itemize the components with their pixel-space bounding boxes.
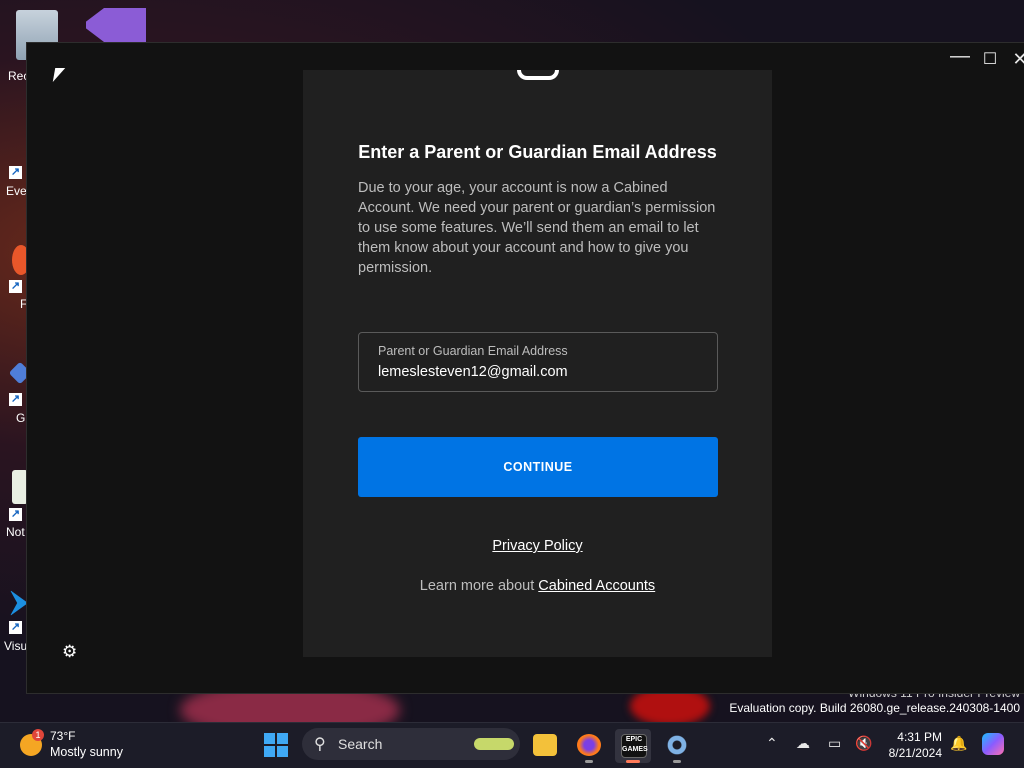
running-indicator <box>673 760 681 763</box>
search-icon: ⚲ <box>314 736 326 753</box>
taskbar-file-explorer[interactable] <box>527 729 563 763</box>
chevron-up-icon[interactable]: ⌃ <box>766 735 778 752</box>
windows-logo-part <box>277 746 288 757</box>
taskbar-settings[interactable] <box>659 729 695 763</box>
weather-condition[interactable]: Mostly sunny <box>50 745 123 759</box>
search-highlight-icon <box>474 738 514 750</box>
clock-date: 8/21/2024 <box>888 746 942 760</box>
shortcut-arrow-icon: ↗ <box>9 621 22 634</box>
shortcut-arrow-icon: ↗ <box>9 166 22 179</box>
taskbar-search[interactable]: ⚲ Search <box>302 728 520 760</box>
continue-button[interactable]: CONTINUE <box>358 437 718 497</box>
parent-email-dialog: Enter a Parent or Guardian Email Address… <box>303 70 772 657</box>
shortcut-arrow-icon: ↗ <box>9 393 22 406</box>
parent-email-field[interactable]: Parent or Guardian Email Address lemesle… <box>358 332 718 392</box>
settings-gear-icon <box>665 734 689 756</box>
desktop-icon-label: Not <box>6 525 25 539</box>
email-field-label: Parent or Guardian Email Address <box>378 344 568 358</box>
cabined-accounts-link[interactable]: Cabined Accounts <box>538 578 655 594</box>
shortcut-arrow-icon: ↗ <box>9 508 22 521</box>
display-icon[interactable]: ▭ <box>828 735 841 752</box>
shortcut-arrow-icon: ↗ <box>9 280 22 293</box>
windows-logo-icon <box>264 733 275 744</box>
privacy-policy-link[interactable]: Privacy Policy <box>303 538 772 554</box>
windows-logo-part <box>264 746 275 757</box>
weather-temp[interactable]: 73°F <box>50 729 75 743</box>
close-button[interactable]: ✕ <box>1005 49 1024 70</box>
taskbar-epic-games[interactable]: EPIC GAMES <box>615 729 651 763</box>
onedrive-icon[interactable]: ☁ <box>796 735 810 752</box>
clock-time: 4:31 PM <box>897 730 942 744</box>
start-button[interactable] <box>264 733 288 757</box>
taskbar-firefox[interactable] <box>571 729 607 763</box>
maximize-button[interactable]: ☐ <box>975 49 1005 69</box>
folder-icon <box>533 734 557 756</box>
desktop-icon-label: Visu <box>4 639 28 653</box>
volume-muted-icon[interactable]: 🔇 <box>855 735 872 752</box>
learn-more-prefix: Learn more about <box>419 578 535 594</box>
dialog-description: Due to your age, your account is now a C… <box>358 180 716 276</box>
learn-more-text: Learn more about Cabined Accounts <box>303 578 772 594</box>
weather-badge: 1 <box>32 729 44 741</box>
epic-games-icon: EPIC GAMES <box>621 734 648 758</box>
epic-shield-icon <box>517 70 559 80</box>
notification-bell-icon[interactable]: 🔔 <box>950 735 967 752</box>
email-field-value[interactable]: lemeslesteven12@gmail.com <box>378 364 568 380</box>
gear-icon[interactable]: ⚙ <box>62 642 77 662</box>
visual-studio-icon[interactable] <box>86 8 146 42</box>
copilot-icon[interactable] <box>982 733 1004 755</box>
firefox-icon <box>577 734 601 756</box>
dialog-title: Enter a Parent or Guardian Email Address <box>358 142 717 162</box>
watermark-build: Evaluation copy. Build 26080.ge_release.… <box>729 701 1020 715</box>
search-placeholder: Search <box>338 736 383 752</box>
running-indicator <box>585 760 593 763</box>
desktop-icon-label: Eve <box>6 184 27 198</box>
desktop-icon-label: G <box>16 411 26 425</box>
windows-logo-part <box>277 733 288 744</box>
taskbar: 1 73°F Mostly sunny ⚲ Search EPIC GAMES ⌃… <box>0 722 1024 768</box>
minimize-button[interactable]: — <box>945 45 975 68</box>
running-indicator <box>626 760 640 763</box>
taskbar-clock[interactable]: 4:31 PM 8/21/2024 <box>880 729 942 761</box>
